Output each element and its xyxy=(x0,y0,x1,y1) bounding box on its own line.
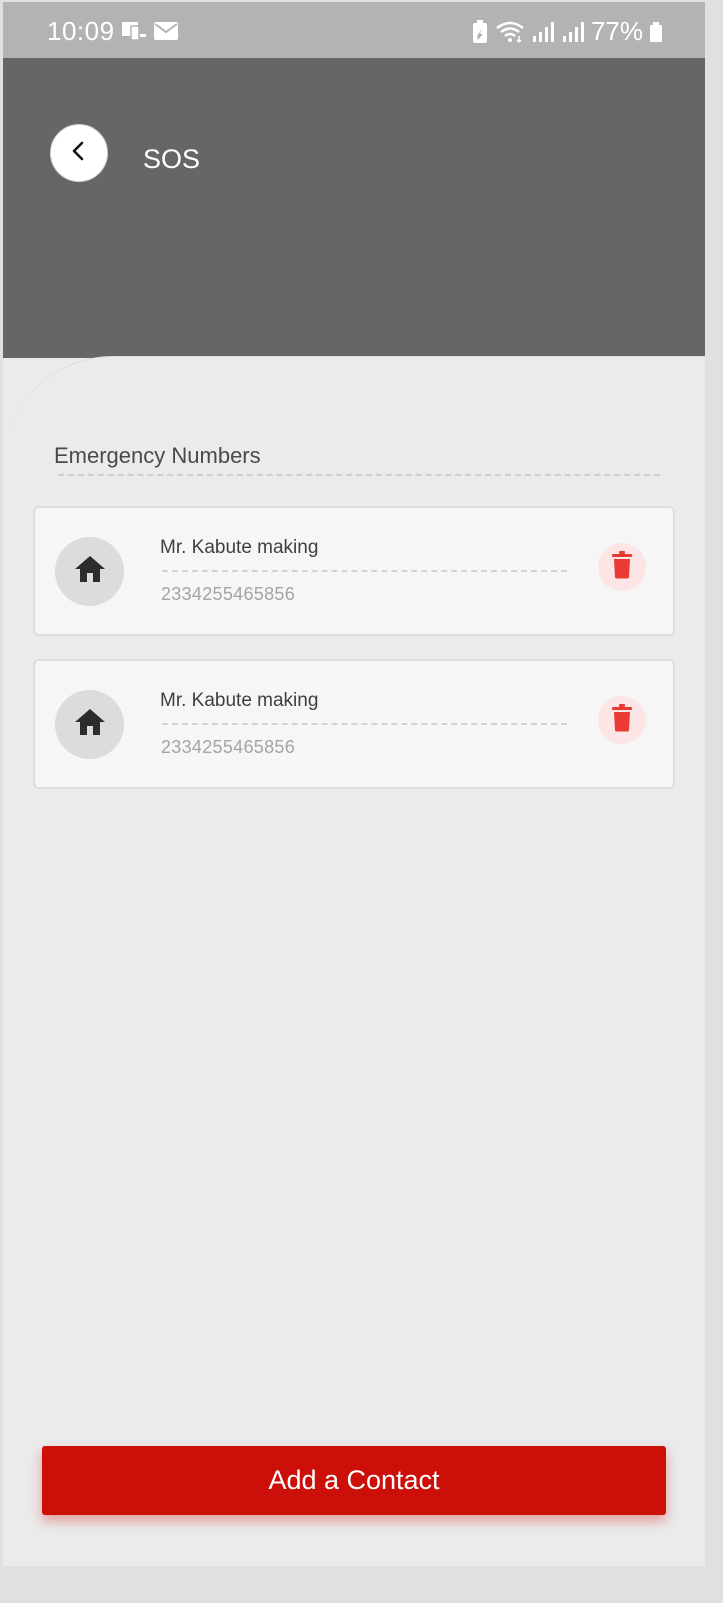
home-icon xyxy=(73,707,107,742)
battery-icon xyxy=(649,21,663,43)
mail-icon xyxy=(153,21,179,46)
contact-divider xyxy=(162,723,567,725)
home-icon xyxy=(73,554,107,589)
battery-saver-icon xyxy=(471,19,489,44)
app-screen: 10:09 77% SOS Emergency Numbers Mr. Kabu… xyxy=(3,2,705,1566)
contact-number: 2334255465856 xyxy=(161,737,296,757)
header: SOS xyxy=(3,58,705,358)
trash-icon xyxy=(611,703,633,737)
content-panel: Emergency Numbers Mr. Kabute making 2334… xyxy=(3,356,705,1566)
status-bar: 10:09 77% xyxy=(3,2,705,58)
signal-icon xyxy=(561,21,585,43)
delete-contact-button[interactable] xyxy=(598,696,646,744)
delete-contact-button[interactable] xyxy=(598,543,646,591)
back-button[interactable] xyxy=(50,124,108,182)
chevron-left-icon xyxy=(69,139,89,168)
contact-name: Mr. Kabute making xyxy=(160,690,319,711)
contact-card[interactable]: Mr. Kabute making 2334255465856 xyxy=(33,506,675,636)
contact-avatar xyxy=(55,537,124,606)
section-divider xyxy=(58,474,660,476)
battery-percent: 77% xyxy=(590,16,643,46)
status-left-icons xyxy=(121,20,179,47)
contact-card[interactable]: Mr. Kabute making 2334255465856 xyxy=(33,659,675,789)
page-title: SOS xyxy=(143,144,201,174)
screen-mirror-icon xyxy=(121,20,147,47)
trash-icon xyxy=(611,550,633,584)
contact-divider xyxy=(162,570,567,572)
status-right-icons: 77% xyxy=(471,16,663,47)
signal-icon xyxy=(531,21,555,43)
contact-avatar xyxy=(55,690,124,759)
section-title: Emergency Numbers xyxy=(54,443,261,468)
wifi-icon xyxy=(495,20,525,44)
contact-name: Mr. Kabute making xyxy=(160,537,319,558)
contact-number: 2334255465856 xyxy=(161,584,296,604)
add-contact-button[interactable]: Add a Contact xyxy=(42,1446,666,1515)
status-time: 10:09 xyxy=(47,16,115,46)
